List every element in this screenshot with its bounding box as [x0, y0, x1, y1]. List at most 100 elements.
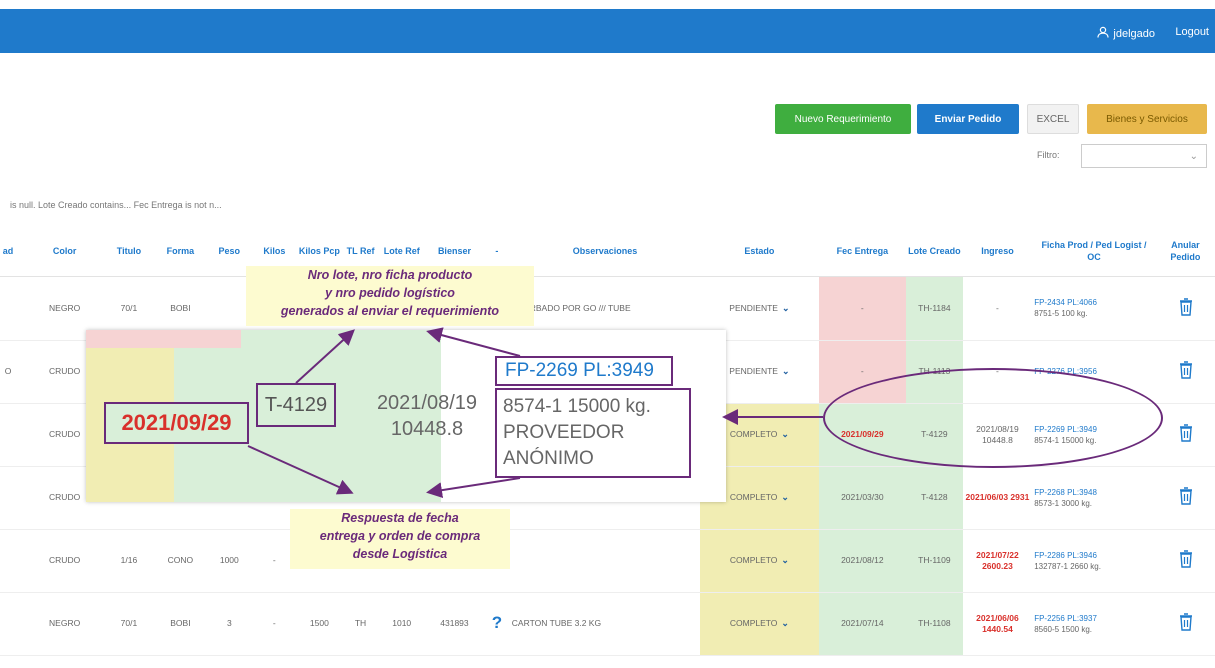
col-header[interactable]: Lote Creado [906, 226, 963, 277]
filtro-label: Filtro: [1037, 150, 1060, 160]
zoom-ingreso-fecha: 2021/08/19 [376, 392, 478, 414]
cell-pcp: 1500 [296, 592, 343, 656]
chevron-down-icon: ⌄ [781, 366, 790, 376]
note-line: Respuesta de fecha [341, 511, 459, 525]
annotation-note-top: Nro lote, nro ficha producto y nro pedid… [246, 266, 534, 326]
zoom-oc: 8574-1 15000 kg. [503, 396, 651, 417]
estado-select[interactable]: COMPLETO ⌄ [700, 529, 819, 593]
nuevo-requerimiento-button[interactable]: Nuevo Requerimiento [775, 104, 911, 134]
table-header-row: ad Color Titulo Forma Peso Kilos Kilos P… [0, 226, 1215, 277]
cell-lote-creado: TH-1109 [906, 529, 963, 593]
highlight-ellipse [823, 368, 1163, 468]
chevron-down-icon: ⌄ [1189, 150, 1198, 162]
cell-fec-entrega: - [818, 276, 907, 341]
trash-icon[interactable] [1178, 360, 1193, 379]
chevron-down-icon: ⌄ [781, 492, 789, 502]
trash-icon[interactable] [1178, 612, 1193, 631]
cell-peso: 1000 [206, 529, 253, 593]
zoom-ingreso-kilos: 10448.8 [390, 418, 464, 440]
col-header[interactable]: Fec Entrega [818, 226, 907, 277]
table-row[interactable]: NEGRO 70/1 BOBI 3-1500 TH 1010 431893? CARTON T… [0, 592, 1215, 656]
cell-lote-creado: TH-1184 [906, 276, 963, 341]
cell-ingreso: 2021/07/22 2600.23 [962, 529, 1033, 593]
estado-value: COMPLETO [729, 555, 778, 565]
cell-ingreso: 2021/06/06 1440.54 [962, 592, 1033, 656]
cell-ad [0, 466, 27, 530]
col-header[interactable]: Color [26, 226, 104, 277]
active-filter-text: is null. Lote Creado contains... Fec Ent… [10, 200, 222, 210]
anular-cell [1155, 529, 1215, 593]
note-line: y nro pedido logístico [325, 286, 455, 300]
col-header[interactable]: Estado [700, 226, 819, 277]
zoom-orden-compra: 8574-1 15000 kg. PROVEEDOR ANÓNIMO [495, 388, 691, 478]
note-line: desde Logística [352, 547, 448, 561]
estado-value: COMPLETO [729, 429, 778, 439]
cell-ficha: FP-2286 PL:3946 132787-1 2660 kg. [1032, 529, 1156, 593]
cell-lote: 1010 [378, 592, 425, 656]
annotation-note-bottom: Respuesta de fecha entrega y orden de co… [290, 509, 510, 569]
cell-ficha: FP-2434 PL:4066 8751-5 100 kg. [1032, 276, 1156, 341]
cell-lote-creado: TH-1108 [906, 592, 963, 656]
col-header[interactable]: Titulo [103, 226, 155, 277]
cell-color: NEGRO [26, 592, 104, 656]
cell-ad [0, 276, 27, 341]
trash-icon[interactable] [1178, 297, 1193, 316]
chevron-down-icon: ⌄ [781, 555, 789, 565]
note-line: generados al enviar el requerimiento [280, 304, 500, 318]
ficha-oc: 8573-1 3000 kg. [1034, 498, 1093, 508]
zoom-lote-creado: T-4129 [256, 383, 336, 427]
logout-link[interactable]: Logout [1175, 26, 1209, 38]
help-icon[interactable]: ? [484, 592, 510, 656]
col-header[interactable]: Anular Pedido [1155, 226, 1215, 277]
user-menu[interactable]: jdelgado [1097, 26, 1155, 41]
cell-ad [0, 592, 27, 656]
ficha-link[interactable]: FP-2256 PL:3937 [1034, 614, 1097, 623]
enviar-pedido-button[interactable]: Enviar Pedido [917, 104, 1019, 134]
note-line: entrega y orden de compra [319, 529, 481, 543]
zoom-fecha-entrega: 2021/09/29 [104, 402, 249, 444]
cell-color: CRUDO [26, 529, 104, 593]
col-header[interactable]: Observaciones [509, 226, 701, 277]
cell-ad: O [0, 340, 27, 404]
table-row[interactable]: CRUDO1/16CONO1000-2660TH1005460222?COMPL… [0, 529, 1215, 593]
cell-ingreso: 2021/06/03 2931 [962, 466, 1033, 530]
anular-cell [1155, 403, 1215, 467]
chevron-down-icon: ⌄ [781, 618, 789, 628]
chevron-down-icon: ⌄ [781, 302, 790, 313]
ficha-link[interactable]: FP-2268 PL:3948 [1034, 488, 1097, 497]
cell-titulo: 70/1 [103, 592, 155, 656]
col-header[interactable]: Ingreso [962, 226, 1033, 277]
cell-forma: BOBI [154, 592, 207, 656]
ficha-oc: 132787-1 2660 kg. [1034, 561, 1101, 571]
anular-cell [1155, 466, 1215, 530]
trash-icon[interactable] [1178, 486, 1193, 505]
cell-ingreso: - [962, 276, 1033, 341]
estado-value: COMPLETO [729, 492, 778, 502]
bienes-servicios-button[interactable]: Bienes y Servicios [1087, 104, 1207, 134]
cell-ad [0, 403, 27, 467]
col-header[interactable]: Forma [154, 226, 207, 277]
trash-icon[interactable] [1178, 549, 1193, 568]
zoom-ficha: FP-2269 PL:3949 [495, 356, 673, 386]
filtro-select[interactable]: ⌄ [1081, 144, 1207, 168]
cell-ad [0, 529, 27, 593]
cell-obs: CARTON TUBE 3.2 KG [509, 592, 701, 656]
cell-obs [509, 529, 701, 593]
cell-lote-creado: T-4128 [906, 466, 963, 530]
excel-button[interactable]: EXCEL [1027, 104, 1079, 134]
cell-kilos: - [252, 592, 297, 656]
ficha-oc: 8560-5 1500 kg. [1034, 624, 1093, 634]
estado-select[interactable]: COMPLETO ⌄ [700, 592, 819, 656]
ficha-link[interactable]: FP-2286 PL:3946 [1034, 551, 1097, 560]
anular-cell [1155, 276, 1215, 341]
col-header[interactable]: ad [0, 226, 27, 277]
anular-cell [1155, 592, 1215, 656]
zoom-proveedor-1: PROVEEDOR [503, 422, 625, 443]
ficha-oc: 8751-5 100 kg. [1034, 309, 1088, 318]
col-header[interactable]: Ficha Prod / Ped Logist / OC [1032, 226, 1156, 277]
trash-icon[interactable] [1178, 423, 1193, 442]
cell-fec-entrega: 2021/07/14 [818, 592, 907, 656]
ficha-link[interactable]: FP-2434 PL:4066 [1034, 298, 1097, 307]
note-line: Nro lote, nro ficha producto [307, 268, 473, 282]
username: jdelgado [1113, 27, 1155, 40]
